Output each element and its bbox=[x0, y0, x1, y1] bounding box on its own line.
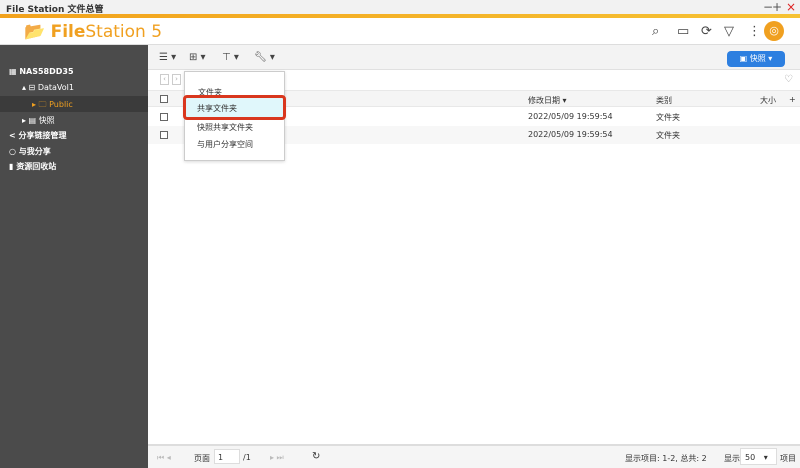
menu-item-shared-folder[interactable]: 共享文件夹 bbox=[183, 95, 286, 120]
share-circle-icon: ○ bbox=[9, 147, 16, 156]
window-title: File Station 文件总管 bbox=[0, 0, 800, 15]
tree-item-volume[interactable]: ▴ ⊟ DataVol1 bbox=[22, 83, 74, 92]
menu-item-user-share-space[interactable]: 与用户分享空间 bbox=[197, 139, 253, 150]
favorite-icon[interactable]: ♡ bbox=[784, 74, 793, 85]
toolbar: ☰ ▾ ⊞ ▾ ⊤ ▾ 🔧︎ ▾ ▣ 快照 ▾ bbox=[148, 45, 800, 70]
sidebar: ▦ NAS58DD35 ▴ ⊟ DataVol1 ▸ 🗀 Public ▸ ▤ … bbox=[0, 45, 148, 468]
page-input[interactable]: 1 bbox=[214, 449, 240, 464]
items-info: 显示项目: 1-2, 总共: 2 bbox=[625, 454, 707, 463]
search-icon[interactable]: ⌕ bbox=[652, 24, 659, 39]
menu-item-snapshot-shared-folder[interactable]: 快照共享文件夹 bbox=[197, 122, 253, 133]
column-size[interactable]: 大小 bbox=[760, 95, 776, 106]
app-logo: 📂 FileStation 5 bbox=[24, 22, 163, 42]
next-page-button[interactable]: ▸ ⏭ bbox=[270, 453, 284, 463]
tools-icon[interactable]: 🔧︎ ▾ bbox=[254, 52, 275, 63]
page-total: /1 bbox=[243, 453, 251, 462]
tree-item-public[interactable]: ▸ 🗀 Public bbox=[32, 99, 73, 113]
sidebar-item-share-links[interactable]: < 分享链接管理 bbox=[9, 130, 67, 141]
folder-icon: 📂 bbox=[24, 22, 46, 42]
show-label: 显示 bbox=[724, 454, 740, 463]
view-mode-icon[interactable]: ☰ ▾ bbox=[159, 52, 176, 63]
remote-mount-icon[interactable]: ▭ bbox=[677, 24, 689, 39]
tree-item-snapshot[interactable]: ▸ ▤ 快照 bbox=[22, 115, 55, 126]
share-icon: < bbox=[9, 131, 16, 140]
more-icon[interactable]: ⋮ bbox=[748, 24, 761, 39]
row-type: 文件夹 bbox=[656, 131, 680, 140]
refresh-icon[interactable]: ↻ bbox=[312, 451, 320, 462]
refresh-icon[interactable]: ⟳ bbox=[701, 24, 712, 39]
create-folder-icon[interactable]: ⊞ ▾ bbox=[189, 52, 206, 63]
row-checkbox[interactable] bbox=[160, 131, 168, 139]
back-button[interactable]: ‹ bbox=[160, 74, 169, 85]
sidebar-item-recycle-bin[interactable]: ▮ 资源回收站 bbox=[9, 161, 56, 172]
trash-icon: ▮ bbox=[9, 162, 14, 171]
add-column-button[interactable]: + bbox=[789, 95, 796, 104]
column-modified[interactable]: 修改日期 ▾ bbox=[528, 95, 567, 106]
snapshot-button[interactable]: ▣ 快照 ▾ bbox=[727, 51, 785, 67]
row-checkbox[interactable] bbox=[160, 113, 168, 121]
per-page-select[interactable]: 50 ▾ bbox=[740, 448, 777, 465]
items-label: 项目 bbox=[780, 454, 796, 463]
forward-button[interactable]: › bbox=[172, 74, 181, 85]
pagination-bar: ⏮ ◂ 页面 1 /1 ▸ ⏭ ↻ 显示项目: 1-2, 总共: 2 显示 50… bbox=[148, 444, 800, 468]
row-modified: 2022/05/09 19:59:54 bbox=[528, 130, 613, 139]
column-type[interactable]: 类别 bbox=[656, 95, 672, 106]
app-header: 📂 FileStation 5 ⌕ ▭ ⟳ ▽ ⋮ ◎ bbox=[0, 18, 800, 45]
filter-icon[interactable]: ▽ bbox=[724, 24, 734, 39]
maximize-button[interactable]: + bbox=[772, 1, 782, 13]
row-type: 文件夹 bbox=[656, 113, 680, 122]
page-label: 页面 bbox=[194, 454, 210, 463]
row-modified: 2022/05/09 19:59:54 bbox=[528, 112, 613, 121]
tree-item-nas[interactable]: ▦ NAS58DD35 bbox=[9, 67, 74, 76]
background-task-icon[interactable]: ◎ bbox=[764, 21, 784, 41]
first-page-button[interactable]: ⏮ ◂ bbox=[157, 453, 171, 463]
upload-icon[interactable]: ⊤ ▾ bbox=[222, 52, 239, 63]
close-button[interactable]: × bbox=[786, 1, 796, 13]
select-all-checkbox[interactable] bbox=[160, 95, 168, 103]
selected-highlight bbox=[0, 96, 148, 112]
sidebar-item-shared-with-me[interactable]: ○ 与我分享 bbox=[9, 146, 51, 157]
